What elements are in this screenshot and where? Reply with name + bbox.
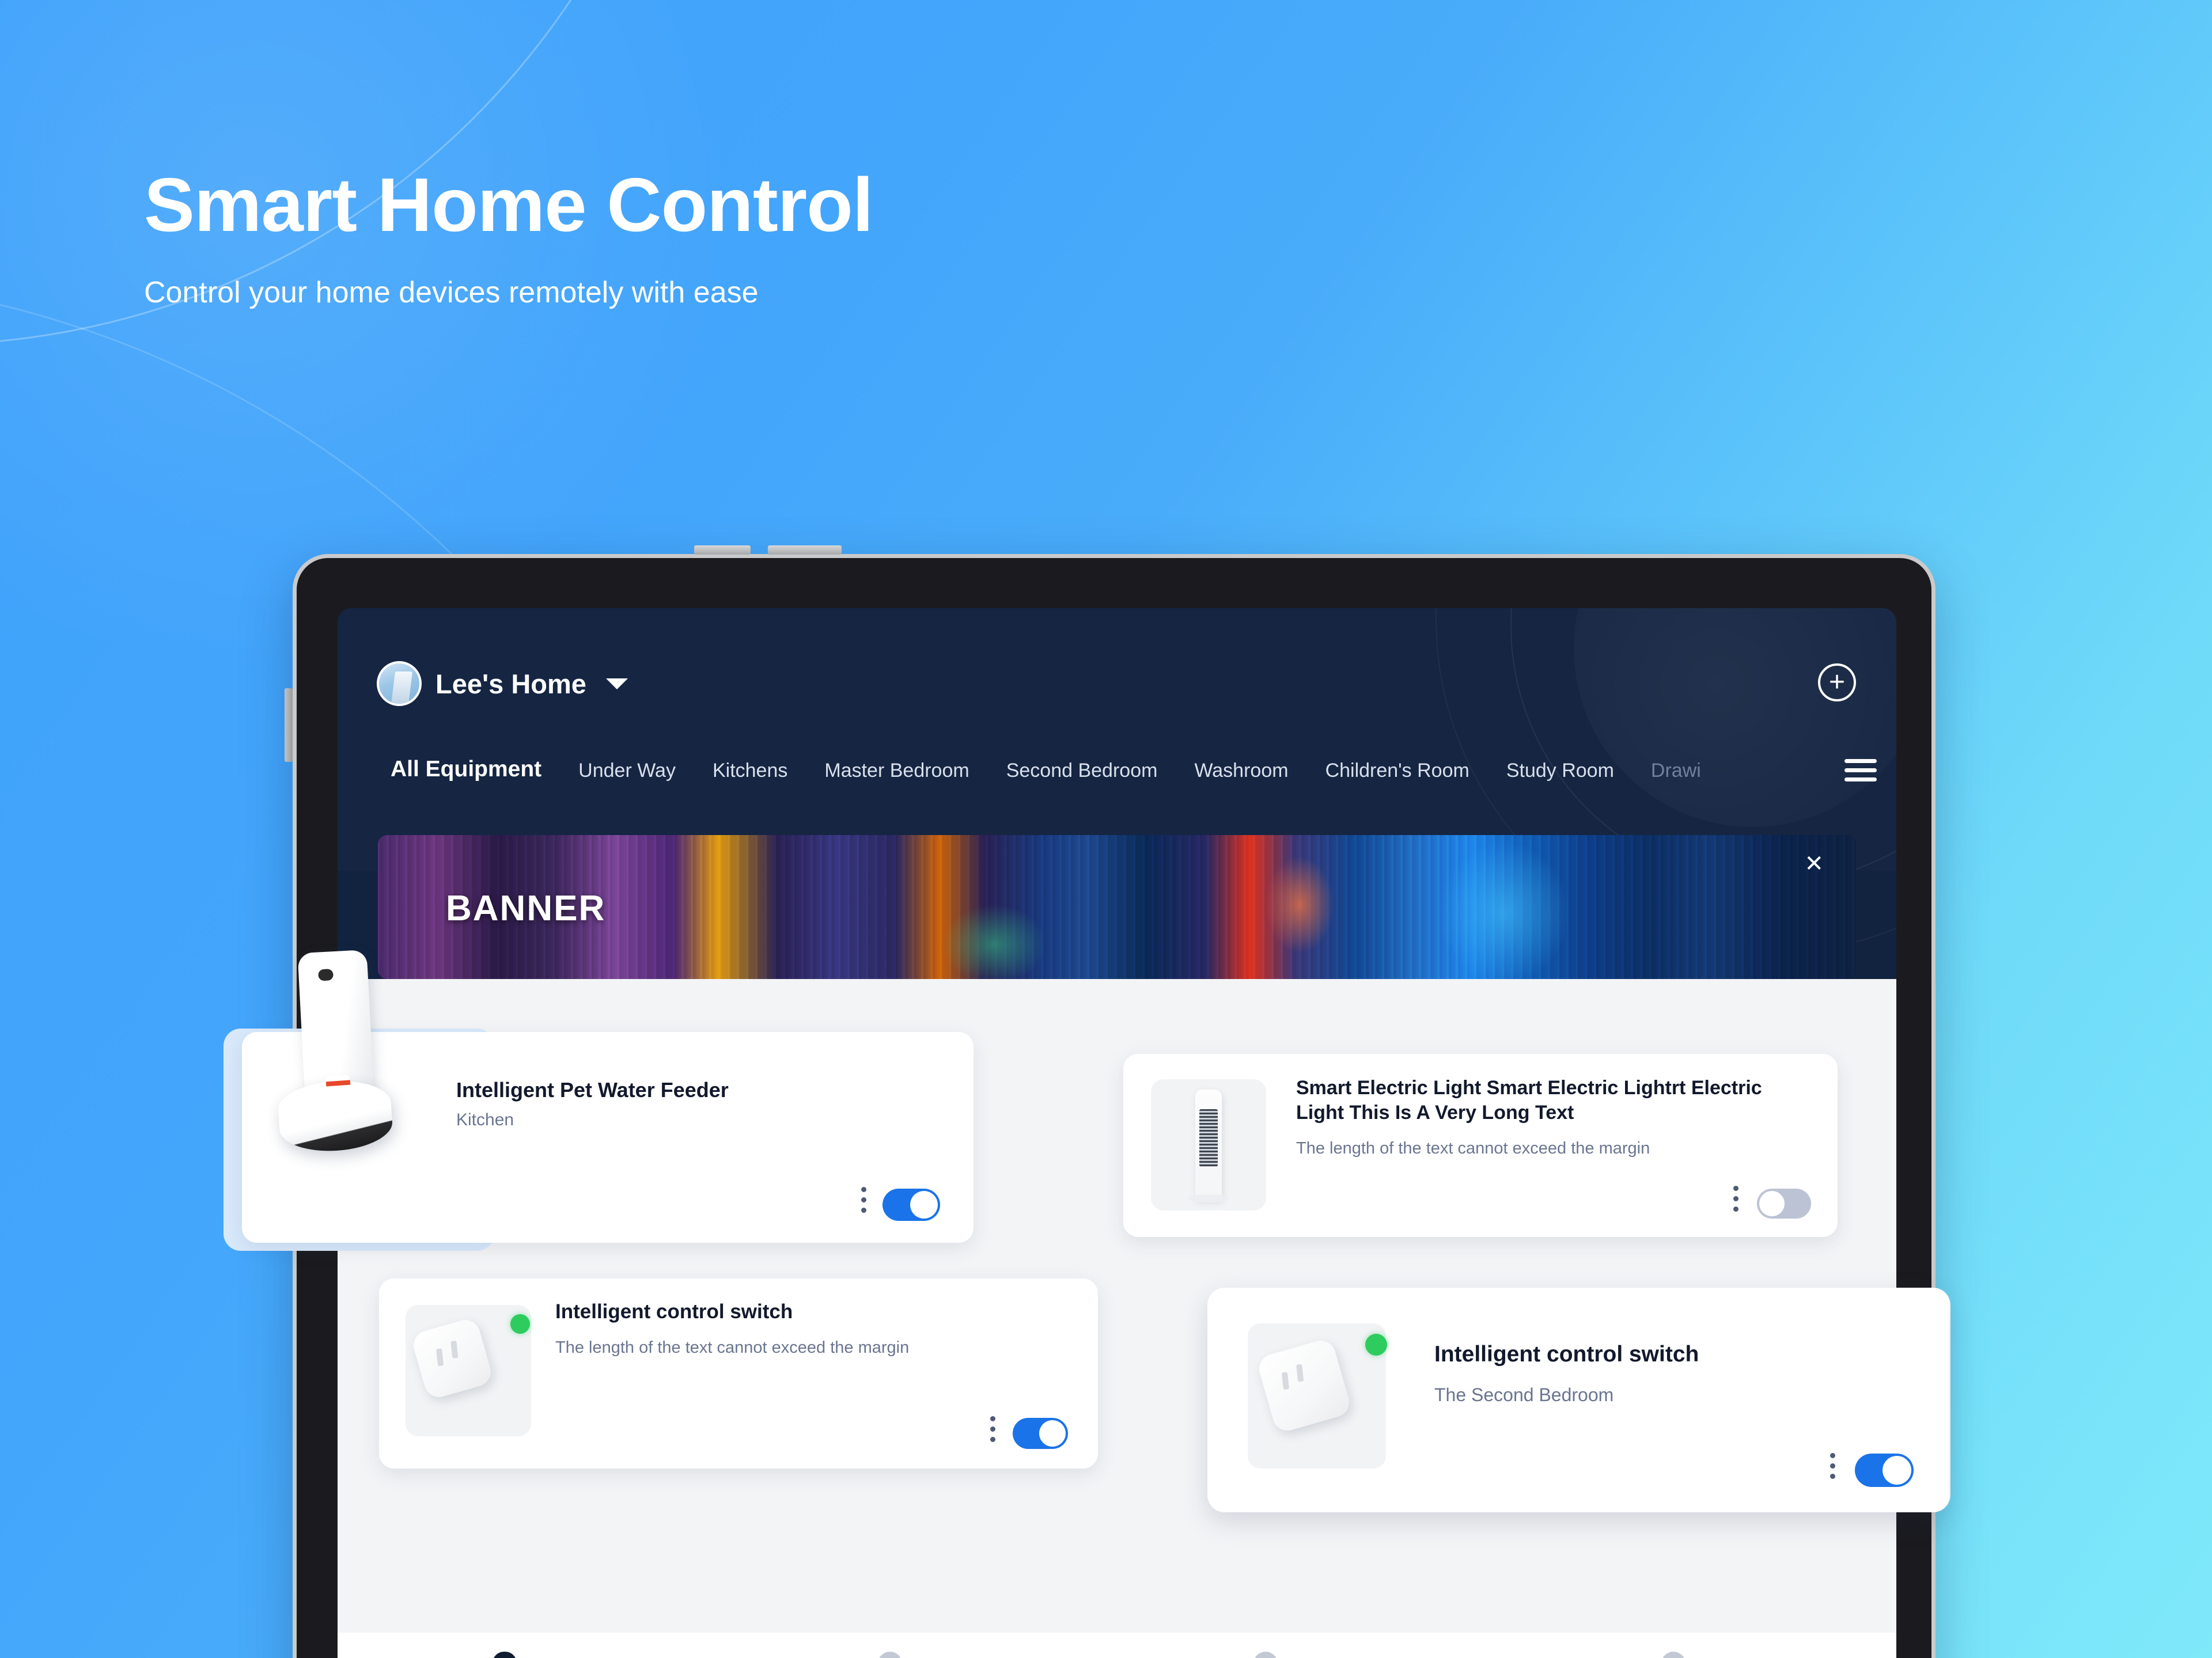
nav-item-profile[interactable]: Profile bbox=[1507, 1652, 1897, 1658]
device-description: The length of the text cannot exceed the… bbox=[555, 1338, 910, 1357]
banner-neon-glow bbox=[1438, 841, 1570, 979]
community-icon bbox=[1253, 1652, 1278, 1658]
more-vertical-icon[interactable] bbox=[990, 1416, 995, 1442]
tab-childrens-room[interactable]: Children's Room bbox=[1307, 760, 1488, 782]
dot bbox=[861, 1187, 866, 1192]
device-title: Intelligent Pet Water Feeder bbox=[456, 1078, 729, 1102]
room-tabs[interactable]: All Equipment Under Way Kitchens Master … bbox=[372, 757, 1896, 782]
more-vertical-icon[interactable] bbox=[861, 1187, 866, 1213]
volume-down-button[interactable] bbox=[768, 545, 842, 555]
status-badge-online bbox=[1365, 1334, 1387, 1356]
tab-drawing-room[interactable]: Drawi bbox=[1633, 760, 1719, 782]
page-root: Smart Home Control Control your home dev… bbox=[0, 0, 2212, 1658]
dot bbox=[1733, 1186, 1738, 1191]
tab-second-bedroom[interactable]: Second Bedroom bbox=[988, 760, 1176, 782]
toggle-knob bbox=[910, 1191, 938, 1219]
nav-item-home[interactable]: Home bbox=[338, 1652, 728, 1658]
dot bbox=[1830, 1453, 1835, 1458]
tab-under-way[interactable]: Under Way bbox=[560, 760, 694, 782]
add-device-button[interactable]: + bbox=[1818, 663, 1856, 701]
scenes-icon bbox=[878, 1652, 903, 1658]
hamburger-line bbox=[1844, 768, 1877, 772]
dot bbox=[861, 1197, 866, 1202]
status-badge-online bbox=[510, 1314, 530, 1334]
hamburger-line bbox=[1844, 759, 1877, 763]
dot bbox=[990, 1416, 995, 1421]
device-power-toggle[interactable] bbox=[1013, 1418, 1068, 1449]
toggle-knob bbox=[1883, 1456, 1911, 1485]
dot bbox=[1830, 1474, 1835, 1479]
device-title: Smart Electric Light Smart Electric Ligh… bbox=[1296, 1077, 1762, 1124]
device-power-toggle[interactable] bbox=[1757, 1189, 1811, 1219]
device-thumbnail bbox=[1151, 1079, 1266, 1211]
hero-section: Smart Home Control Control your home dev… bbox=[144, 167, 873, 310]
close-icon[interactable]: ✕ bbox=[1804, 852, 1824, 875]
tab-master-bedroom[interactable]: Master Bedroom bbox=[806, 760, 987, 782]
tab-washroom[interactable]: Washroom bbox=[1176, 760, 1306, 782]
device-title: Intelligent control switch bbox=[1434, 1342, 1699, 1367]
profile-icon bbox=[1661, 1652, 1686, 1658]
tab-all-equipment[interactable]: All Equipment bbox=[372, 757, 560, 782]
page-subtitle: Control your home devices remotely with … bbox=[144, 276, 759, 309]
device-title: Intelligent control switch bbox=[555, 1300, 793, 1323]
device-card-intelligent-control-switch-1[interactable]: Intelligent control switch The length of… bbox=[379, 1278, 1098, 1469]
toggle-knob bbox=[1039, 1420, 1066, 1447]
bottom-navigation[interactable]: Home Scenes Community Profile bbox=[338, 1633, 1896, 1658]
dot bbox=[990, 1426, 995, 1432]
page-title: Smart Home Control bbox=[144, 162, 873, 247]
home-icon bbox=[493, 1652, 517, 1658]
banner-label: BANNER bbox=[446, 889, 606, 928]
avatar[interactable] bbox=[377, 661, 422, 706]
tower-fan-base bbox=[1188, 1194, 1229, 1202]
feeder-base-robot bbox=[276, 1077, 394, 1155]
device-power-toggle[interactable] bbox=[1855, 1454, 1914, 1487]
dot bbox=[1733, 1206, 1738, 1212]
device-room: Kitchen bbox=[456, 1110, 514, 1129]
more-vertical-icon[interactable] bbox=[1830, 1453, 1835, 1479]
device-room: The Second Bedroom bbox=[1434, 1384, 1614, 1405]
dot bbox=[861, 1208, 866, 1213]
plug-body bbox=[410, 1316, 494, 1401]
hamburger-line bbox=[1844, 777, 1877, 781]
tab-study-room[interactable]: Study Room bbox=[1488, 760, 1633, 782]
device-card-intelligent-control-switch-2[interactable]: Intelligent control switch The Second Be… bbox=[1207, 1288, 1949, 1512]
chevron-down-icon[interactable] bbox=[605, 678, 628, 689]
promo-banner[interactable]: BANNER ✕ bbox=[378, 835, 1856, 979]
app-header-region bbox=[338, 608, 1896, 954]
volume-up-button[interactable] bbox=[694, 545, 751, 555]
toggle-knob bbox=[1759, 1191, 1785, 1216]
nav-item-scenes[interactable]: Scenes bbox=[728, 1652, 1118, 1658]
nav-item-community[interactable]: Community bbox=[1117, 1652, 1507, 1658]
pet-water-feeder-product-image bbox=[271, 950, 421, 1187]
device-card-smart-electric-light[interactable]: Smart Electric Light Smart Electric Ligh… bbox=[1123, 1054, 1838, 1237]
home-selector[interactable]: Lee's Home bbox=[377, 661, 628, 706]
more-vertical-icon[interactable] bbox=[1733, 1186, 1738, 1212]
plus-icon: + bbox=[1828, 667, 1846, 697]
power-button[interactable] bbox=[285, 688, 293, 762]
banner-neon-glow bbox=[942, 904, 1046, 979]
smart-plug-icon bbox=[1255, 1337, 1365, 1458]
hamburger-menu-icon[interactable] bbox=[1844, 759, 1877, 781]
device-power-toggle[interactable] bbox=[882, 1189, 940, 1221]
banner-neon-glow bbox=[1265, 856, 1334, 954]
dot bbox=[990, 1437, 995, 1442]
device-thumbnail bbox=[406, 1305, 531, 1436]
device-description: The length of the text cannot exceed the… bbox=[1296, 1139, 1650, 1158]
plug-body bbox=[1255, 1337, 1353, 1435]
smart-plug-icon bbox=[410, 1316, 502, 1421]
tower-fan-icon bbox=[1195, 1090, 1222, 1200]
tab-kitchens[interactable]: Kitchens bbox=[694, 760, 806, 782]
home-name-label: Lee's Home bbox=[435, 668, 586, 699]
device-thumbnail bbox=[1248, 1323, 1387, 1469]
dot bbox=[1733, 1196, 1738, 1201]
dot bbox=[1830, 1463, 1835, 1469]
